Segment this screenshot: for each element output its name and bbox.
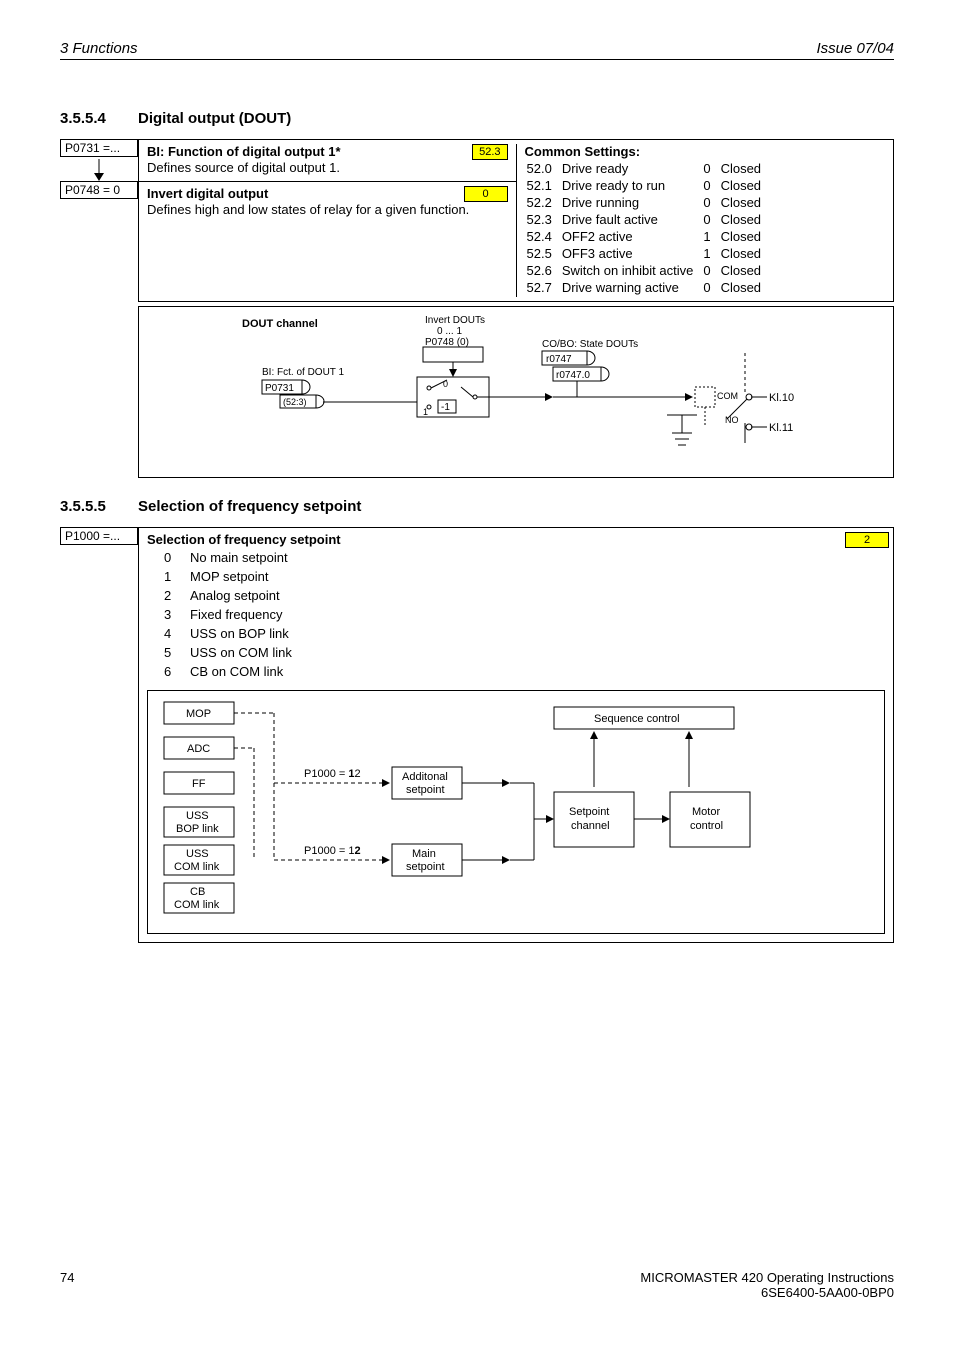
svg-text:USS: USS [186,810,209,822]
common-settings-table: 52.0Drive ready0Closed 52.1Drive ready t… [525,159,772,297]
svg-text:BI: Fct. of DOUT 1: BI: Fct. of DOUT 1 [262,367,344,378]
arrow-down-icon [60,159,138,181]
svg-text:r0747.0: r0747.0 [556,370,590,381]
ref-p0748: P0748 = 0 [60,181,138,199]
tag-2: 2 [845,532,889,548]
svg-text:control: control [690,820,723,832]
footer-line2: 6SE6400-5AA00-0BP0 [761,1285,894,1300]
svg-text:(52:3): (52:3) [283,397,307,407]
heading-num-2: 3.5.5.5 [60,498,138,515]
svg-text:Motor: Motor [692,806,720,818]
svg-text:r0747: r0747 [546,354,572,365]
freq-options-table: 0No main setpoint 1MOP setpoint 2Analog … [161,547,295,682]
svg-text:P0748 (0): P0748 (0) [425,337,469,348]
svg-text:CB: CB [190,886,205,898]
heading-3555: 3.5.5.5 Selection of frequency setpoint [60,498,894,515]
svg-text:setpoint: setpoint [406,861,445,873]
svg-text:Invert DOUTs: Invert DOUTs [425,315,485,326]
page-header: 3 Functions Issue 07/04 [60,40,894,60]
freq-setpoint-box: 2 Selection of frequency setpoint 0No ma… [138,527,894,943]
dout-channel-box: DOUT channel Invert DOUTs 0 ... 1 P0748 … [138,306,894,478]
svg-text:Main: Main [412,848,436,860]
svg-text:0 ... 1: 0 ... 1 [437,326,462,337]
svg-text:-1: -1 [441,402,450,413]
svg-text:P0731: P0731 [265,383,294,394]
svg-text:COM: COM [717,391,738,401]
svg-text:P1000 = 12: P1000 = 12 [304,845,361,857]
footer-pagenum: 74 [60,1270,74,1300]
svg-text:DOUT channel: DOUT channel [242,318,318,330]
box1-title: BI: Function of digital output 1* [147,144,341,159]
freq-block-diagram: MOP ADC FF USSBOP link USSCOM link CBCOM… [147,690,885,934]
box2-desc: Defines high and low states of relay for… [147,202,508,217]
common-title: Common Settings: [525,144,641,159]
header-right: Issue 07/04 [816,40,894,57]
svg-text:NO: NO [725,415,739,425]
heading-num: 3.5.5.4 [60,110,138,127]
svg-text:BOP link: BOP link [176,823,219,835]
svg-text:COM link: COM link [174,861,220,873]
svg-text:Kl.10: Kl.10 [769,392,794,404]
svg-text:CO/BO: State DOUTs: CO/BO: State DOUTs [542,339,638,350]
svg-text:1: 1 [423,407,428,417]
box2-title: Invert digital output [147,186,268,201]
svg-text:Setpoint: Setpoint [569,806,609,818]
footer-line1: MICROMASTER 420 Operating Instructions [640,1270,894,1285]
svg-text:USS: USS [186,848,209,860]
heading-title-2: Selection of frequency setpoint [138,498,361,515]
svg-text:Kl.11: Kl.11 [769,422,793,434]
tag-52-3: 52.3 [472,144,507,160]
dout-upper-box: BI: Function of digital output 1* 52.3 D… [138,139,894,302]
box1-desc: Defines source of digital output 1. [147,160,508,175]
header-left: 3 Functions [60,40,138,57]
heading-title: Digital output (DOUT) [138,110,291,127]
ref-p0731: P0731 =... [60,139,138,157]
svg-text:Additonal: Additonal [402,771,448,783]
heading-3554: 3.5.5.4 Digital output (DOUT) [60,110,894,127]
freq-heading: Selection of frequency setpoint [147,532,341,547]
svg-text:MOP: MOP [186,708,211,720]
svg-text:ADC: ADC [187,743,210,755]
page-footer: 74 MICROMASTER 420 Operating Instruction… [60,1270,894,1300]
svg-text:setpoint: setpoint [406,784,445,796]
ref-p1000: P1000 =... [60,527,138,545]
svg-text:COM link: COM link [174,899,220,911]
svg-text:channel: channel [571,820,610,832]
tag-0: 0 [464,186,508,202]
svg-text:FF: FF [192,778,206,790]
svg-text:P1000 = 12: P1000 = 12 [304,768,361,780]
svg-text:Sequence control: Sequence control [594,713,680,725]
